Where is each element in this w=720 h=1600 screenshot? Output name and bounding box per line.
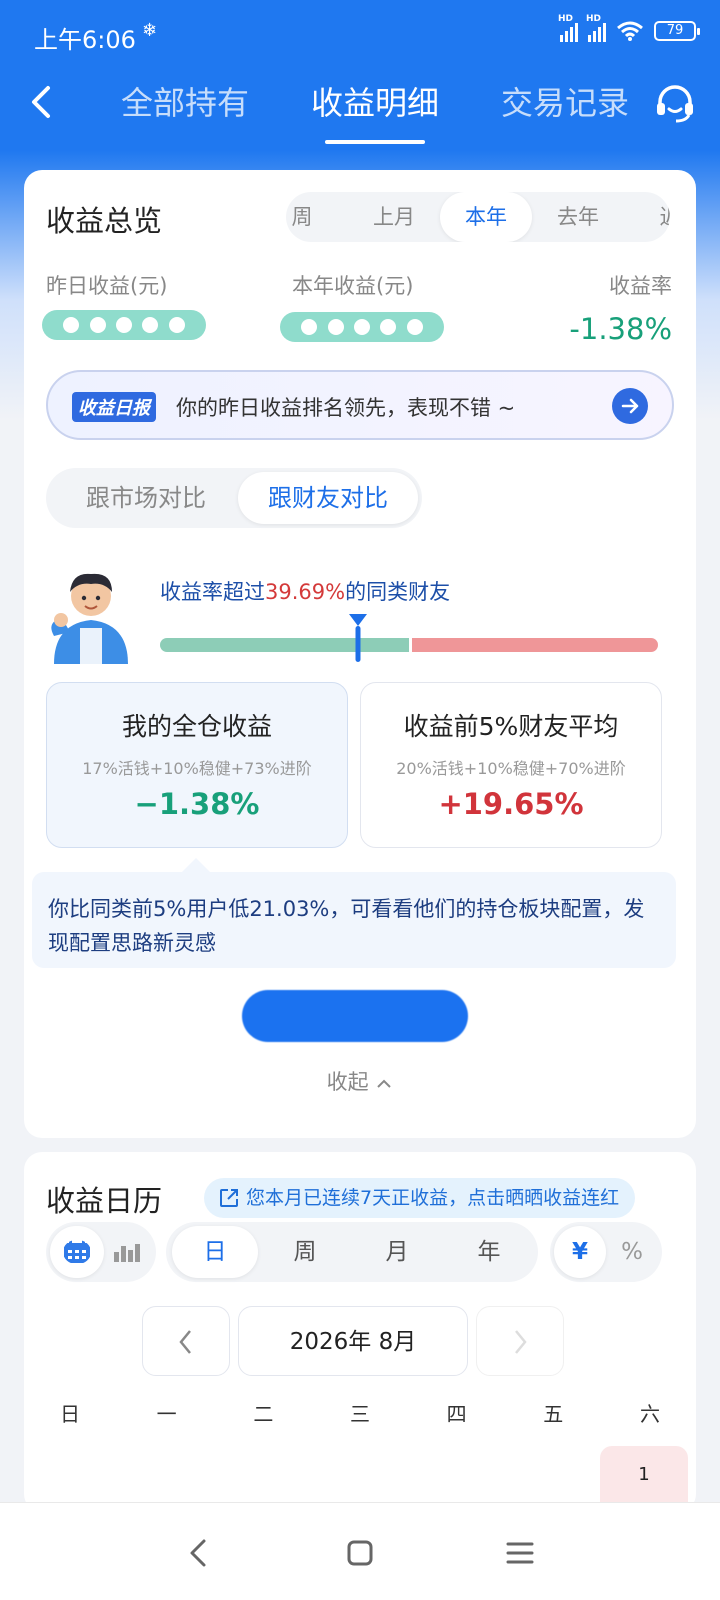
weekday-header: 日 一 二 三 四 五 六 bbox=[24, 1398, 696, 1427]
yesterday-income-masked bbox=[42, 310, 206, 340]
system-back-icon[interactable] bbox=[180, 1533, 220, 1573]
my-return-title: 我的全仓收益 bbox=[121, 712, 272, 741]
compare-toggle: 跟市场对比 跟财友对比 bbox=[46, 468, 422, 528]
system-home-icon[interactable] bbox=[340, 1533, 380, 1573]
weekday-label: 一 bbox=[156, 1402, 177, 1426]
chevron-left-icon bbox=[179, 1330, 191, 1354]
status-bar: 上午6:06 ❄ HD HD 79 bbox=[0, 0, 720, 70]
granularity-week[interactable]: 周 bbox=[262, 1226, 348, 1278]
weekday-label: 五 bbox=[543, 1402, 564, 1426]
granularity-month[interactable]: 月 bbox=[354, 1226, 440, 1278]
return-rate-label: 收益率 bbox=[609, 274, 672, 298]
arrow-right-icon[interactable] bbox=[612, 388, 648, 424]
granularity-year[interactable]: 年 bbox=[446, 1226, 532, 1278]
collapse-toggle[interactable]: 收起 bbox=[24, 1066, 696, 1096]
peer-beat-percent: 39.69% bbox=[265, 580, 346, 604]
my-allocation: 17%活钱+10%稳健+73%进阶 bbox=[82, 759, 312, 778]
top-peers-value: +19.65% bbox=[438, 787, 584, 821]
top-peers-box: 收益前5%财友平均 20%活钱+10%稳健+70%进阶 +19.65% bbox=[360, 682, 662, 848]
signal-icon: HD bbox=[586, 14, 606, 42]
weekday-label: 六 bbox=[639, 1402, 660, 1426]
back-icon[interactable] bbox=[22, 82, 62, 122]
customer-service-icon[interactable] bbox=[652, 80, 698, 126]
income-calendar-card: 收益日历 您本月已连续7天正收益，点击晒晒收益连红 日 周 月 年 ¥ % 20… bbox=[24, 1152, 696, 1512]
period-this-year[interactable]: 本年 bbox=[440, 192, 532, 242]
chevron-up-icon bbox=[377, 1079, 392, 1088]
calendar-view-icon[interactable] bbox=[50, 1226, 104, 1278]
granularity-toggle: 日 周 月 年 bbox=[166, 1222, 538, 1282]
next-month-button[interactable] bbox=[476, 1306, 564, 1376]
unit-toggle: ¥ % bbox=[550, 1222, 662, 1282]
period-recent[interactable]: 近 bbox=[624, 192, 671, 242]
rank-marker-icon bbox=[349, 614, 367, 662]
weekday-label: 二 bbox=[253, 1402, 274, 1426]
battery-icon: 79 bbox=[654, 21, 700, 41]
weekday-label: 三 bbox=[349, 1402, 370, 1426]
nav-tabs: 全部持有 收益明细 交易记录 bbox=[90, 80, 660, 144]
weekday-label: 日 bbox=[60, 1402, 80, 1426]
peer-avatar-illustration bbox=[51, 573, 128, 664]
income-overview-card: 收益总览 周 上月 本年 去年 近 昨日收益(元) 本年收益(元) 收益率 -1… bbox=[24, 170, 696, 1138]
system-nav-bar bbox=[0, 1502, 720, 1600]
collapse-label: 收起 bbox=[326, 1070, 369, 1094]
view-holdings-button[interactable] bbox=[242, 990, 468, 1042]
overview-title: 收益总览 bbox=[46, 204, 163, 238]
share-icon bbox=[220, 1189, 238, 1207]
tab-all-holdings[interactable]: 全部持有 bbox=[90, 80, 280, 144]
compare-peers-option[interactable]: 跟财友对比 bbox=[238, 472, 418, 524]
status-icons: HD HD 79 bbox=[558, 14, 700, 42]
tab-transactions[interactable]: 交易记录 bbox=[470, 80, 660, 144]
unit-percent[interactable]: % bbox=[606, 1226, 658, 1278]
calendar-title: 收益日历 bbox=[46, 1184, 163, 1218]
streak-text: 您本月已连续7天正收益，点击晒晒收益连红 bbox=[246, 1187, 620, 1209]
return-rate-value: -1.38% bbox=[569, 312, 672, 346]
top-nav: 全部持有 收益明细 交易记录 bbox=[0, 70, 720, 160]
unit-amount[interactable]: ¥ bbox=[554, 1226, 606, 1278]
granularity-day[interactable]: 日 bbox=[172, 1226, 258, 1278]
wifi-icon bbox=[617, 21, 643, 41]
streak-banner[interactable]: 您本月已连续7天正收益，点击晒晒收益连红 bbox=[204, 1178, 636, 1218]
peer-rank-bar bbox=[160, 638, 658, 652]
year-income-label: 本年收益(元) bbox=[292, 274, 414, 298]
signal-icon: HD bbox=[558, 14, 578, 42]
comparison-tip: 你比同类前5%用户低21.03%，可看看他们的持仓板块配置，发现配置思路新灵感 bbox=[32, 872, 676, 968]
daily-report-banner[interactable]: 收益日报 你的昨日收益排名领先，表现不错 ~ bbox=[46, 370, 674, 440]
my-return-box: 我的全仓收益 17%活钱+10%稳健+73%进阶 −1.38% bbox=[46, 682, 348, 848]
weather-icon: ❄ bbox=[142, 20, 158, 41]
daily-report-text: 你的昨日收益排名领先，表现不错 ~ bbox=[176, 396, 516, 420]
weekday-label: 四 bbox=[446, 1402, 467, 1426]
tip-pointer bbox=[182, 858, 210, 872]
period-week[interactable]: 周 bbox=[286, 192, 348, 242]
daily-report-tag: 收益日报 bbox=[72, 392, 156, 422]
system-menu-icon[interactable] bbox=[500, 1533, 540, 1573]
prev-month-button[interactable] bbox=[142, 1306, 230, 1376]
tab-income-detail[interactable]: 收益明细 bbox=[280, 80, 470, 144]
my-return-value: −1.38% bbox=[134, 787, 260, 821]
view-mode-toggle bbox=[46, 1222, 156, 1282]
top-peers-allocation: 20%活钱+10%稳健+70%进阶 bbox=[396, 759, 626, 778]
top-peers-title: 收益前5%财友平均 bbox=[403, 712, 619, 741]
peer-beat-text: 收益率超过39.69%的同类财友 bbox=[160, 580, 451, 604]
bar-chart-view-icon[interactable] bbox=[102, 1226, 152, 1278]
yesterday-income-label: 昨日收益(元) bbox=[46, 274, 168, 298]
rank-bar-above bbox=[412, 638, 658, 652]
chevron-right-icon bbox=[515, 1330, 527, 1354]
calendar-toolbar: 日 周 月 年 ¥ % bbox=[46, 1222, 674, 1282]
status-time: 上午6:06 bbox=[34, 26, 136, 54]
period-last-month[interactable]: 上月 bbox=[348, 192, 440, 242]
year-income-masked bbox=[280, 312, 444, 342]
period-selector: 周 上月 本年 去年 近 bbox=[286, 192, 670, 242]
period-last-year[interactable]: 去年 bbox=[532, 192, 624, 242]
rank-bar-below bbox=[160, 638, 409, 652]
compare-market-option[interactable]: 跟市场对比 bbox=[56, 468, 236, 528]
current-month[interactable]: 2026年 8月 bbox=[238, 1306, 468, 1376]
